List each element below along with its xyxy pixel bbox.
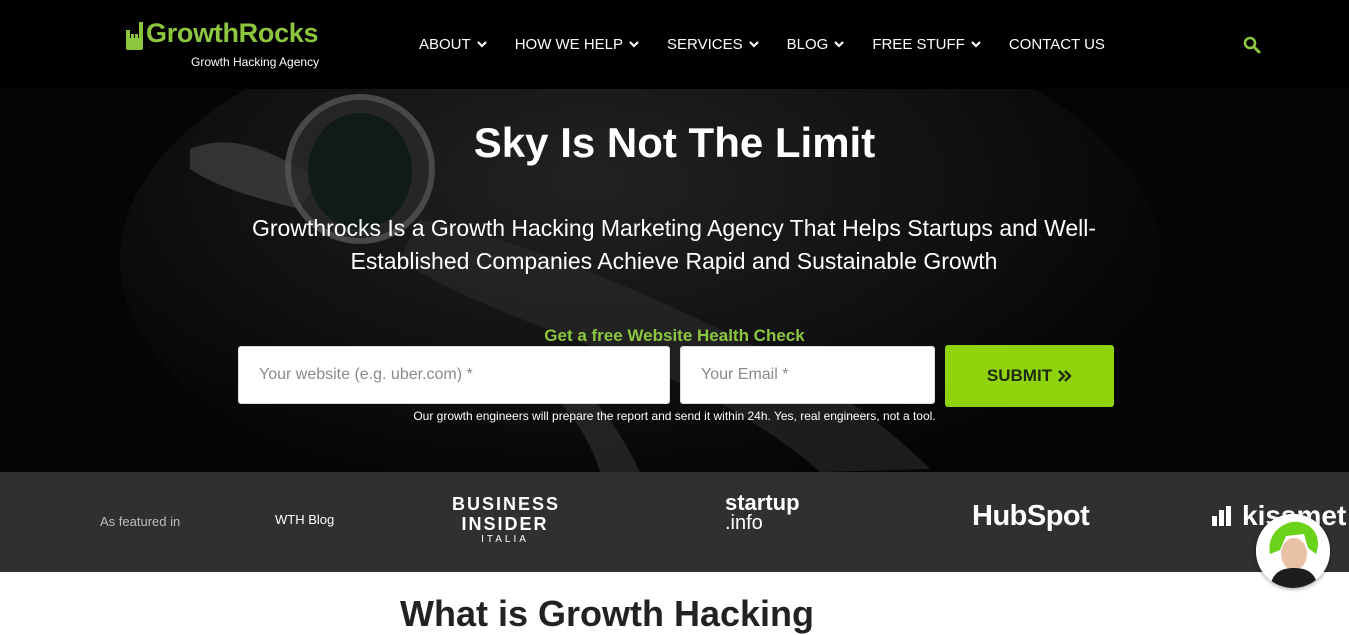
bi-logo-line: BUSINESS [452,494,561,514]
chat-avatar[interactable] [1256,514,1330,588]
nav-item-label: ABOUT [419,35,471,53]
avatar-portrait-icon [1256,514,1330,588]
hero-section: Sky Is Not The Limit Growthrocks Is a Gr… [0,89,1349,472]
wth-blog-logo: WTH Blog [275,512,335,527]
featured-in-bar: As featured in WTH Blog BUSINESS INSIDER… [0,472,1349,572]
brand-name: GrowthRocks [146,18,319,48]
brand-tagline: Growth Hacking Agency [191,55,320,69]
nav-item-blog[interactable]: BLOG [787,36,845,53]
chevron-down-icon [748,40,759,48]
chevron-down-icon [476,40,487,48]
hero-title: Sky Is Not The Limit [473,119,876,166]
website-input[interactable] [238,346,670,404]
double-chevron-right-icon [1058,370,1072,382]
submit-button-label: SUBMIT [986,366,1053,385]
business-insider-logo: BUSINESS INSIDER ITALIA [452,494,558,546]
hubspot-logo: HubSpot [972,500,1090,532]
main-nav: ABOUT HOW WE HELP SERVICES BLOG FREE STU… [419,33,1105,55]
nav-item-label: HOW WE HELP [514,35,624,53]
hero-subtitle: Growthrocks Is a Growth Hacking Marketin… [251,215,1097,274]
startup-info-logo: startup .info [725,490,800,534]
nav-item-how-we-help[interactable]: HOW WE HELP [515,36,639,53]
rock-hand-icon [126,22,143,50]
next-section-heading: What is Growth Hacking [400,593,815,634]
health-check-label: Get a free Website Health Check [544,326,805,345]
search-icon[interactable] [1243,36,1261,54]
form-note: Our growth engineers will prepare the re… [413,409,936,423]
nav-item-label: BLOG [786,35,829,53]
site-header: GrowthRocks Growth Hacking Agency ABOUT … [0,0,1349,89]
nav-item-contact-us[interactable]: CONTACT US [1009,36,1105,53]
featured-label: As featured in [100,514,181,529]
chevron-down-icon [629,40,639,48]
chevron-down-icon [834,40,845,48]
startup-logo-line: .info [725,512,763,534]
chevron-down-icon [971,40,981,48]
bi-logo-line: ITALIA [481,534,529,545]
submit-button[interactable]: SUBMIT [945,345,1114,407]
nav-item-label: CONTACT US [1008,35,1105,53]
bar-chart-icon [1212,506,1231,526]
email-input[interactable] [680,346,935,404]
growthrocks-logo[interactable]: GrowthRocks Growth Hacking Agency [124,18,334,72]
nav-item-services[interactable]: SERVICES [667,36,759,53]
nav-item-label: FREE STUFF [872,35,965,53]
bi-logo-line: INSIDER [461,514,549,534]
nav-item-label: SERVICES [667,35,743,53]
nav-item-about[interactable]: ABOUT [419,36,487,53]
startup-logo-line: startup [725,490,800,515]
nav-item-free-stuff[interactable]: FREE STUFF [872,36,981,53]
